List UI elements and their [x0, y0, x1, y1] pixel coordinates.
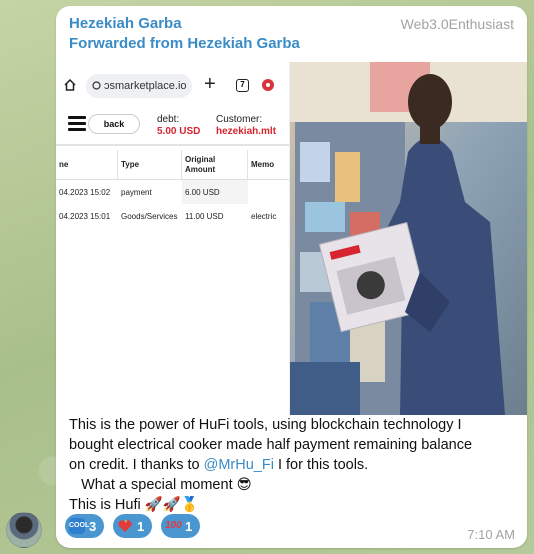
- sender-name[interactable]: Hezekiah Garba: [69, 15, 182, 32]
- caption-text: I for this tools.: [273, 457, 369, 473]
- url-bar: ɔsmarketplace.io: [86, 74, 192, 98]
- customer-value: hezekiah.mlt: [216, 126, 277, 137]
- debt-label: debt:: [157, 114, 180, 125]
- table-header-memo: Memo: [251, 160, 275, 169]
- back-button: back: [88, 114, 140, 134]
- author-rank-badge: Web3.0Enthusiast: [400, 16, 514, 32]
- table-cell-type: payment: [121, 187, 152, 197]
- attached-screenshot-image[interactable]: ɔsmarketplace.io + 7 back debt: 5.00 USD…: [56, 62, 290, 415]
- reaction-hundred-points[interactable]: 100 1: [161, 514, 201, 538]
- table-cell-amount: 11.00 USD: [185, 211, 224, 221]
- table-header-amount: Original Amount: [182, 150, 248, 180]
- browser-menu-icon: [262, 79, 274, 91]
- table-header-row: ne Type Original Amount Memo: [56, 150, 289, 180]
- debt-value: 5.00 USD: [157, 126, 201, 137]
- table-header-type: Type: [118, 150, 182, 180]
- message-caption: This is the power of HuFi tools, using b…: [69, 415, 517, 515]
- customer-label: Customer:: [216, 114, 263, 125]
- reaction-count: 3: [89, 518, 97, 534]
- reaction-count: 1: [137, 518, 145, 534]
- home-icon: [64, 79, 76, 91]
- caption-line: This is the power of HuFi tools, using b…: [69, 417, 462, 433]
- new-tab-icon: +: [204, 73, 216, 95]
- reaction-count: 1: [185, 518, 193, 534]
- table-cell-date: 04.2023 15:02: [59, 187, 111, 197]
- sender-avatar[interactable]: [6, 512, 42, 548]
- caption-line: bought electrical cooker made half payme…: [69, 437, 473, 453]
- table-cell-memo: [248, 180, 289, 204]
- forwarded-from-label[interactable]: Forwarded from Hezekiah Garba: [69, 35, 300, 52]
- browser-toolbar: ɔsmarketplace.io + 7: [56, 70, 289, 100]
- message-bubble[interactable]: Hezekiah Garba Forwarded from Hezekiah G…: [56, 6, 527, 548]
- table-cell-amount: 6.00 USD: [182, 180, 248, 204]
- caption-line: This is Hufi 🚀🚀🥇: [69, 497, 199, 513]
- hamburger-menu-icon: [68, 116, 86, 131]
- mention-link[interactable]: @MrHu_Fi: [204, 457, 274, 473]
- table-cell-date: 04.2023 15:01: [59, 211, 111, 221]
- hundred-points-emoji-icon: 100: [165, 520, 182, 531]
- caption-text: on credit. I thanks to: [69, 457, 204, 473]
- cool-emoji-icon: COOL: [69, 518, 89, 534]
- url-text: ɔsmarketplace.io: [104, 80, 187, 92]
- attached-photo-man-with-cooker[interactable]: [290, 62, 527, 415]
- table-cell-type: Goods/Services: [121, 211, 178, 221]
- table-row: 04.2023 15:02 payment 6.00 USD: [56, 180, 289, 204]
- site-info-icon: [92, 81, 101, 90]
- table-header-date: ne: [56, 150, 118, 180]
- reaction-cool[interactable]: COOL 3: [65, 514, 105, 538]
- caption-line: What a special moment 😎: [69, 477, 252, 493]
- reaction-heart-on-fire[interactable]: 1: [113, 514, 153, 538]
- heart-on-fire-emoji-icon: [117, 518, 133, 534]
- caption-line: on credit. I thanks to @MrHu_Fi I for th…: [69, 455, 517, 475]
- table-cell-memo: electric: [251, 211, 277, 221]
- message-timestamp: 7:10 AM: [467, 527, 515, 542]
- tab-count-icon: 7: [236, 79, 249, 92]
- marketplace-header: back debt: 5.00 USD Customer: hezekiah.m…: [56, 106, 289, 146]
- table-row: 04.2023 15:01 Goods/Services 11.00 USD e…: [56, 204, 289, 228]
